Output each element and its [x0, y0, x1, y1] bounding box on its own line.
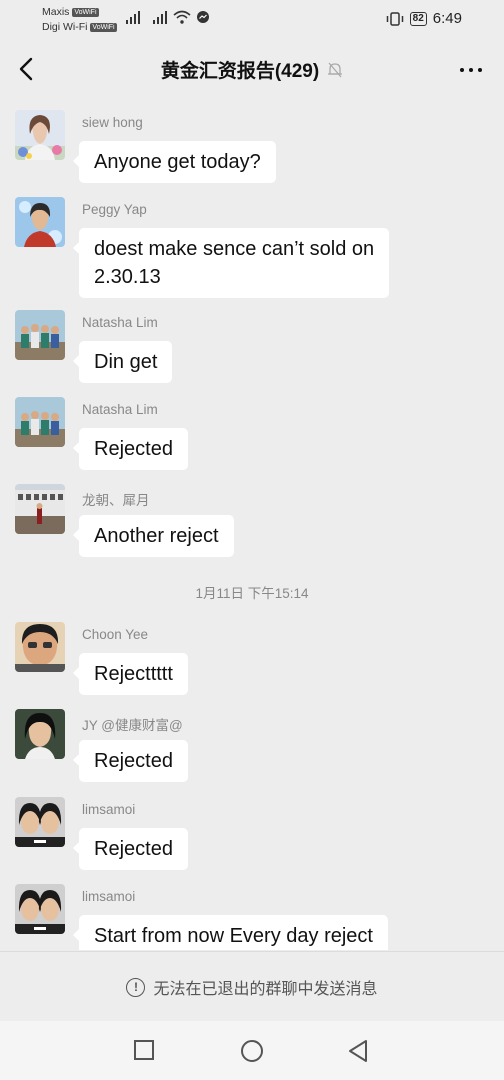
battery-indicator: 82	[409, 11, 427, 26]
avatar[interactable]	[15, 484, 65, 534]
message-bubble[interactable]: doest make sence can’t sold on 2.30.13	[72, 228, 390, 298]
carrier-1-name: Maxis	[42, 6, 70, 18]
carrier-info: Maxis VoWiFi Digi Wi-Fi VoWiFi	[42, 5, 117, 35]
sender-name: Natasha Lim	[82, 402, 158, 417]
triangle-back-icon[interactable]	[347, 1039, 369, 1063]
message-line: 2.30.13	[94, 266, 161, 288]
bell-off-icon	[328, 62, 343, 78]
message-bubble[interactable]: Another reject	[73, 515, 234, 557]
status-bar: Maxis VoWiFi Digi Wi-Fi VoWiFi 82 6:49	[0, 0, 504, 44]
carrier-2-name: Digi Wi-Fi	[42, 21, 88, 33]
carrier-1-tag: VoWiFi	[72, 8, 99, 17]
message-bubble[interactable]: Rejected	[73, 828, 188, 870]
signal-icon	[126, 11, 140, 24]
circle-icon[interactable]	[240, 1039, 264, 1063]
sender-name: limsamoi	[82, 802, 136, 817]
sender-name: siew hong	[82, 115, 143, 130]
square-icon[interactable]	[133, 1039, 155, 1061]
sender-name: 龙朝、犀月	[82, 493, 150, 508]
message-bubble[interactable]: Start from now Every day reject	[73, 915, 388, 950]
sender-name: JY @健康财富@	[82, 718, 183, 733]
status-time: 6:49	[432, 10, 462, 27]
more-horizontal-icon[interactable]	[460, 68, 482, 72]
sender-name: limsamoi	[82, 889, 136, 904]
message-bubble[interactable]: Din get	[72, 341, 173, 383]
status-right: 82 6:49	[386, 10, 462, 27]
avatar[interactable]	[15, 709, 65, 759]
signal-icon	[153, 11, 167, 24]
avatar[interactable]	[15, 110, 65, 160]
avatar[interactable]	[15, 797, 65, 847]
chat-header: 黄金汇资报告(429)	[0, 44, 504, 94]
wifi-icon	[173, 10, 191, 24]
carrier-2-tag: VoWiFi	[90, 23, 117, 32]
message-list[interactable]: siew hong Anyone get today? Peggy Yap do…	[0, 100, 504, 950]
notice-text: 无法在已退出的群聊中发送消息	[153, 981, 378, 998]
avatar[interactable]	[15, 884, 65, 934]
avatar[interactable]	[15, 197, 65, 247]
chat-title: 黄金汇资报告(429)	[160, 61, 320, 82]
message-bubble[interactable]: Rejected	[73, 428, 188, 470]
chat-title-wrap: 黄金汇资报告(429)	[0, 56, 504, 83]
message-line: doest make sence can’t sold on	[94, 238, 375, 260]
system-nav-bar	[0, 1021, 504, 1080]
message-bubble[interactable]: Rejecttttt	[73, 653, 188, 695]
sender-name: Choon Yee	[82, 627, 149, 642]
avatar[interactable]	[15, 397, 65, 447]
vibrate-icon	[386, 11, 403, 26]
message-timestamp: 1月11日 下午15:14	[195, 586, 309, 601]
avatar[interactable]	[15, 310, 65, 360]
sender-name: Natasha Lim	[82, 315, 158, 330]
messenger-icon	[197, 11, 209, 23]
avatar[interactable]	[15, 622, 65, 672]
alert-circle-icon: !	[126, 977, 146, 997]
sender-name: Peggy Yap	[82, 202, 147, 217]
message-bubble[interactable]: Anyone get today?	[73, 141, 276, 183]
exited-group-notice: ! 无法在已退出的群聊中发送消息	[0, 951, 504, 1022]
message-bubble[interactable]: Rejected	[73, 740, 188, 782]
